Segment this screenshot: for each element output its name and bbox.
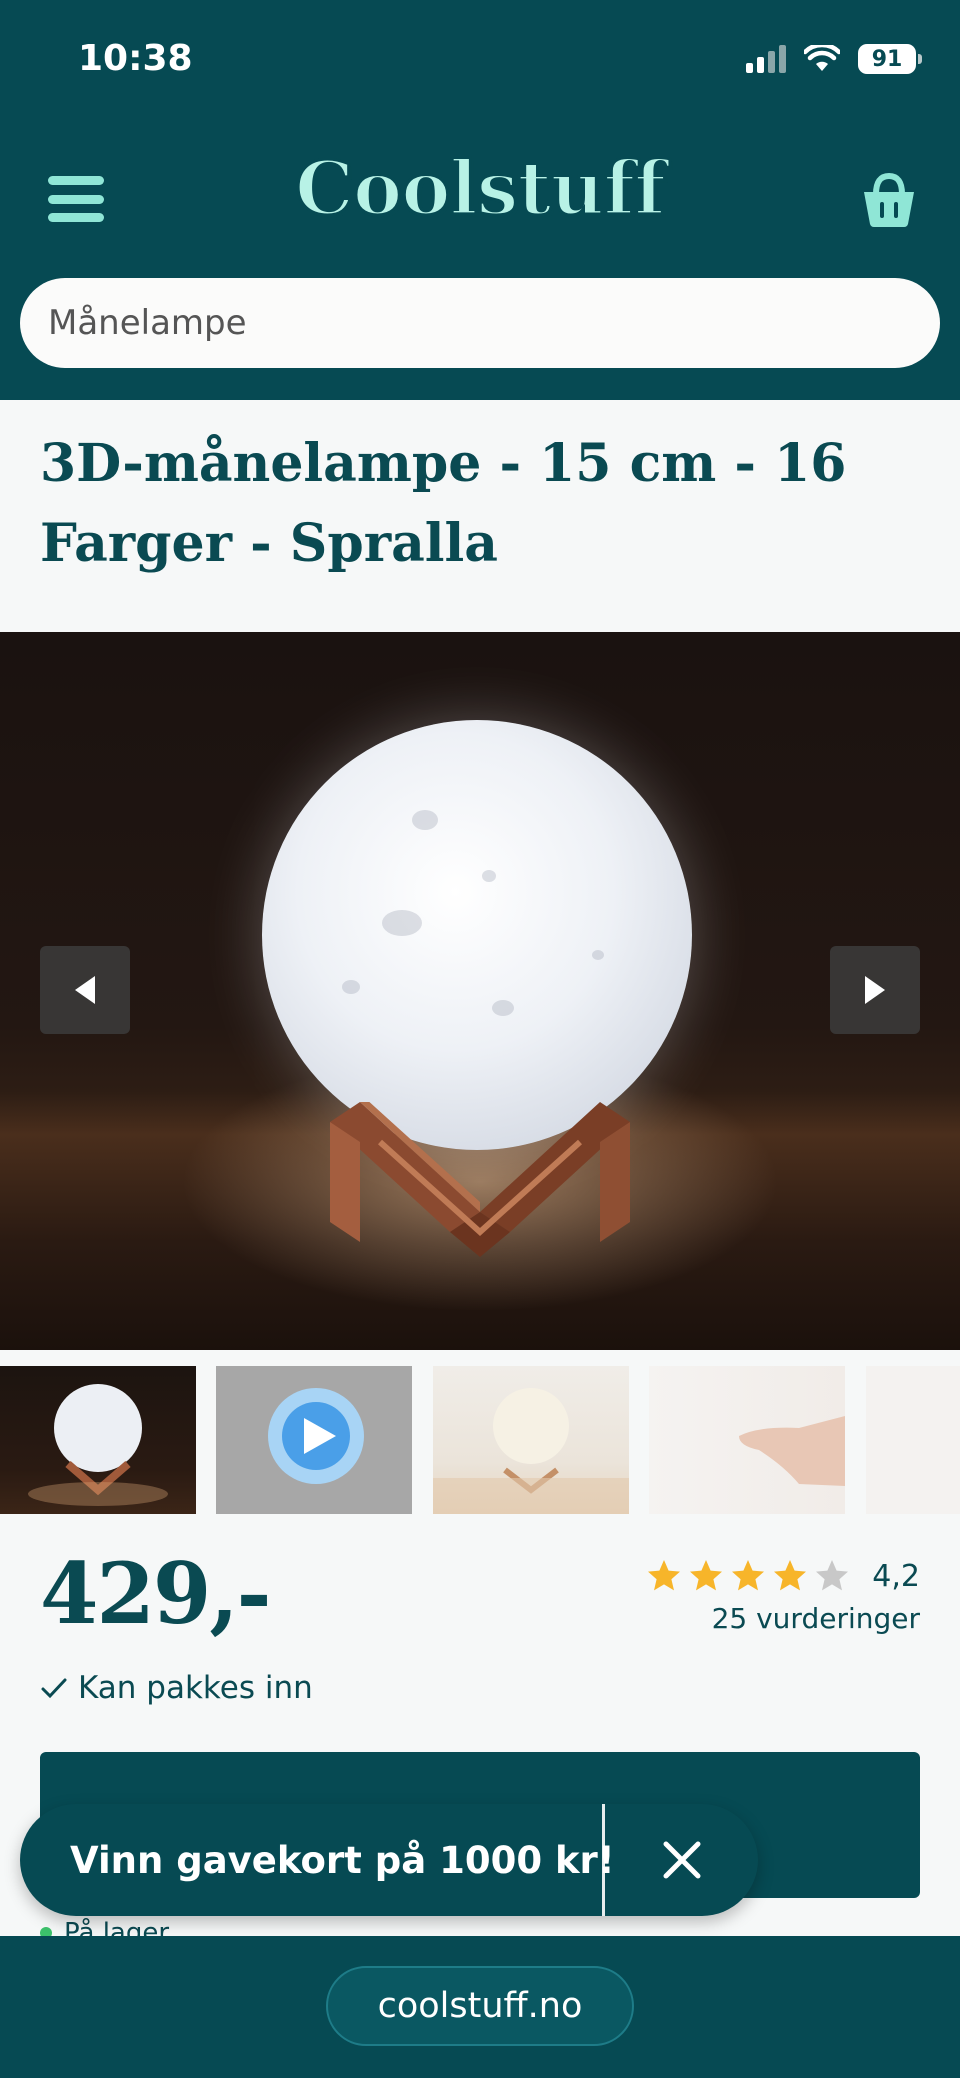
- moon-lamp-room-thumbnail: [433, 1388, 629, 1514]
- promo-text[interactable]: Vinn gavekort på 1000 kr!: [70, 1804, 615, 1916]
- search-input[interactable]: [48, 303, 940, 343]
- promo-banner[interactable]: Vinn gavekort på 1000 kr!: [20, 1804, 758, 1916]
- moon-lamp-thumbnail: [28, 1384, 168, 1506]
- carousel-prev-button[interactable]: [40, 946, 130, 1034]
- url-bar[interactable]: coolstuff.no: [326, 1966, 634, 2046]
- product-price: 429,-: [40, 1544, 271, 1643]
- review-count: 25 vurderinger: [711, 1602, 920, 1635]
- play-icon: [268, 1388, 364, 1484]
- star-filled-icon: [690, 1560, 723, 1591]
- status-icons: 91: [746, 44, 922, 74]
- browser-bottom-bar: coolstuff.no: [0, 1936, 960, 2078]
- thumbnail-5[interactable]: [866, 1366, 960, 1514]
- star-filled-icon: [732, 1560, 765, 1591]
- checkmark-icon: [41, 1678, 67, 1699]
- rating-value: 4,2: [872, 1558, 920, 1594]
- cellular-signal-icon: [746, 45, 786, 73]
- thumbnail-1[interactable]: [0, 1366, 196, 1514]
- finger-touch-thumbnail: [739, 1416, 845, 1486]
- search-bar[interactable]: [20, 278, 940, 368]
- star-filled-icon: [774, 1560, 807, 1591]
- star-empty-icon: [816, 1560, 849, 1591]
- wifi-icon: [804, 45, 840, 71]
- arrow-left-icon: [75, 976, 95, 1004]
- arrow-right-icon: [865, 976, 885, 1004]
- status-time: 10:38: [78, 38, 193, 79]
- carousel-next-button[interactable]: [830, 946, 920, 1034]
- star-filled-icon: [648, 1560, 681, 1591]
- app-header: 10:38 91 Coolstuff: [0, 0, 960, 400]
- product-image-carousel[interactable]: [0, 632, 960, 1350]
- gift-wrap-info: Kan pakkes inn: [40, 1670, 313, 1706]
- star-rating: [646, 1558, 850, 1594]
- thumbnail-video[interactable]: [216, 1366, 412, 1514]
- product-title-section: 3D-månelampe - 15 cm - 16 Farger - Spral…: [0, 400, 960, 632]
- promo-divider: [602, 1804, 605, 1916]
- shopping-basket-icon[interactable]: [862, 172, 916, 228]
- moon-lamp-image: [262, 720, 692, 1150]
- product-rating[interactable]: 4,2 25 vurderinger: [646, 1558, 920, 1635]
- thumbnail-strip: [0, 1366, 960, 1514]
- wooden-stand-image: [330, 1102, 630, 1257]
- gift-wrap-label: Kan pakkes inn: [78, 1670, 313, 1706]
- thumbnail-4[interactable]: [649, 1366, 845, 1514]
- battery-indicator: 91: [858, 44, 922, 74]
- product-title: 3D-månelampe - 15 cm - 16 Farger - Spral…: [40, 433, 847, 574]
- close-icon[interactable]: [660, 1838, 704, 1882]
- thumbnail-3[interactable]: [433, 1366, 629, 1514]
- site-logo[interactable]: Coolstuff: [0, 145, 960, 234]
